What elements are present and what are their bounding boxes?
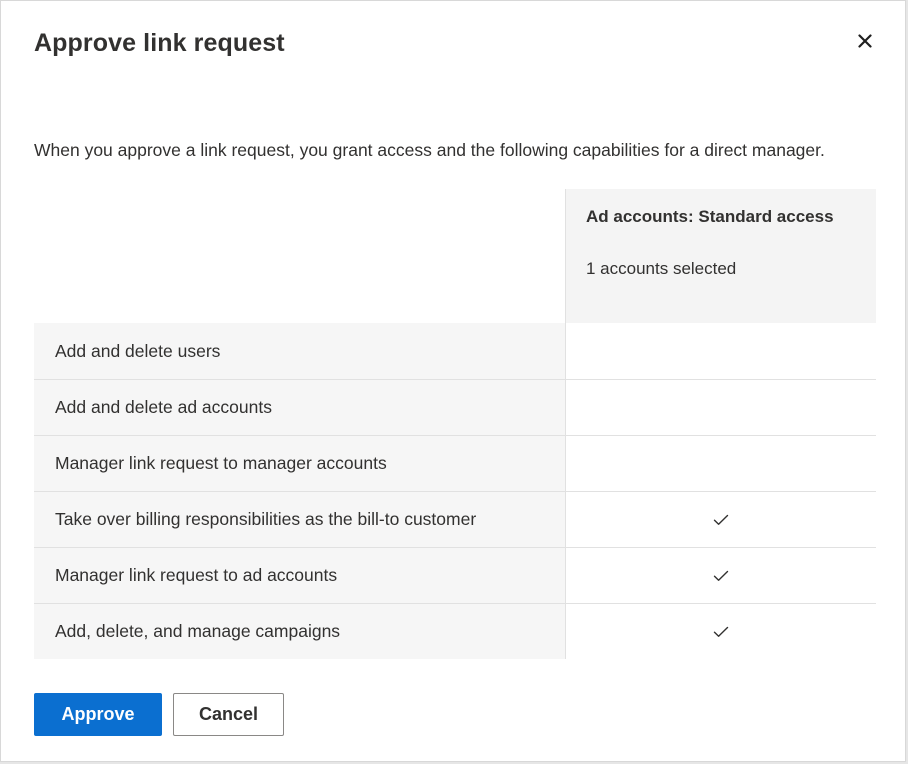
capability-label: Add and delete users [34, 323, 565, 379]
table-header-access-column: Ad accounts: Standard access 1 accounts … [565, 189, 876, 323]
capability-label: Manager link request to ad accounts [34, 548, 565, 603]
table-row: Add, delete, and manage campaigns [34, 603, 876, 659]
dialog-title: Approve link request [34, 29, 285, 57]
capability-label: Manager link request to manager accounts [34, 436, 565, 491]
capability-label: Add, delete, and manage campaigns [34, 604, 565, 659]
capabilities-table: Ad accounts: Standard access 1 accounts … [34, 189, 876, 659]
cancel-button[interactable]: Cancel [173, 693, 284, 736]
capability-value [565, 548, 876, 603]
table-body: Add and delete users Add and delete ad a… [34, 323, 876, 659]
close-button[interactable] [853, 29, 877, 53]
checkmark-icon [713, 626, 729, 637]
capability-value [565, 380, 876, 435]
capability-value [565, 436, 876, 491]
table-row: Add and delete users [34, 323, 876, 379]
capability-label: Add and delete ad accounts [34, 380, 565, 435]
table-row: Take over billing responsibilities as th… [34, 491, 876, 547]
approve-button[interactable]: Approve [34, 693, 162, 736]
table-header: Ad accounts: Standard access 1 accounts … [34, 189, 876, 323]
checkmark-icon [713, 514, 729, 525]
table-row: Add and delete ad accounts [34, 379, 876, 435]
close-icon [858, 34, 872, 48]
dialog-actions: Approve Cancel [34, 693, 284, 736]
dialog-description: When you approve a link request, you gra… [34, 140, 825, 160]
accounts-selected-count: 1 accounts selected [586, 259, 737, 278]
approve-link-request-dialog: Approve link request When you approve a … [0, 0, 906, 762]
table-header-empty-cell [34, 189, 565, 323]
capability-value [565, 604, 876, 659]
access-column-title: Ad accounts: Standard access [586, 207, 834, 226]
table-row: Manager link request to manager accounts [34, 435, 876, 491]
checkmark-icon [713, 570, 729, 581]
table-row: Manager link request to ad accounts [34, 547, 876, 603]
capability-value [565, 492, 876, 547]
capability-label: Take over billing responsibilities as th… [34, 492, 565, 547]
capability-value [565, 323, 876, 379]
